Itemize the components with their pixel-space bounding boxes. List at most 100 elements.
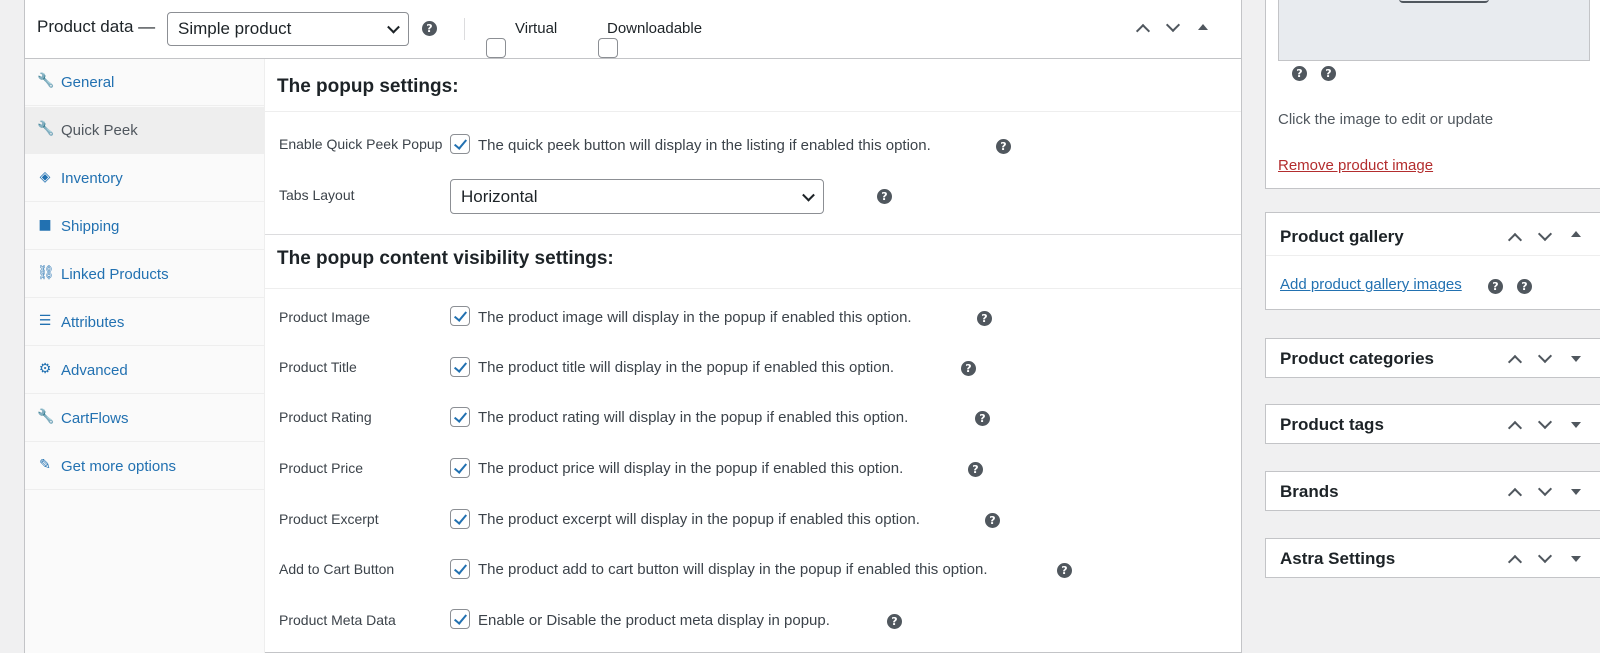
product-title-desc: The product title will display in the po…: [478, 359, 895, 376]
help-icon[interactable]: ?: [1057, 563, 1072, 578]
help-icon[interactable]: ?: [961, 361, 976, 376]
product-tags-title[interactable]: Product tags: [1280, 415, 1384, 435]
product-meta-label: Product Meta Data: [279, 612, 396, 628]
help-icon[interactable]: ?: [422, 21, 437, 36]
wrench-icon: 🔧: [37, 73, 55, 89]
tab-cartflows[interactable]: 🔧 CartFlows: [25, 395, 264, 442]
product-price-label: Product Price: [279, 460, 364, 476]
help-icon[interactable]: ?: [877, 189, 892, 204]
tab-attributes[interactable]: ☰ Attributes: [25, 299, 264, 346]
tab-inventory[interactable]: ◈ Inventory: [25, 155, 264, 202]
move-up-icon[interactable]: [1135, 23, 1151, 39]
expand-toggle-icon[interactable]: [1571, 422, 1581, 428]
tab-general[interactable]: 🔧 General: [25, 59, 264, 106]
product-price-desc: The product price will display in the po…: [478, 460, 904, 477]
divider: [1266, 255, 1600, 256]
virtual-label: Virtual: [515, 20, 558, 37]
move-down-icon[interactable]: [1537, 548, 1553, 564]
help-icon[interactable]: ?: [1488, 279, 1503, 294]
enable-quick-peek-desc: The quick peek button will display in th…: [478, 137, 931, 154]
product-image-desc: The product image will display in the po…: [478, 309, 912, 326]
help-icon[interactable]: ?: [1517, 279, 1532, 294]
move-up-icon[interactable]: [1507, 420, 1523, 436]
downloadable-checkbox[interactable]: [598, 38, 618, 58]
move-down-icon[interactable]: [1537, 481, 1553, 497]
product-title-label: Product Title: [279, 359, 357, 375]
tab-label: Linked Products: [61, 266, 169, 283]
move-down-icon[interactable]: [1537, 414, 1553, 430]
product-gallery-box: Product gallery Add product gallery imag…: [1265, 212, 1600, 310]
product-data-panel: Product data — Simple product ? Virtual …: [24, 0, 1242, 653]
divider: [464, 18, 465, 40]
product-image-box: ? ? Click the image to edit or update Re…: [1265, 0, 1600, 189]
product-price-checkbox[interactable]: [450, 458, 470, 478]
tab-linked-products[interactable]: ⛓ Linked Products: [25, 251, 264, 298]
gear-icon: ⚙: [38, 361, 52, 377]
product-rating-desc: The product rating will display in the p…: [478, 409, 909, 426]
add-to-cart-checkbox[interactable]: [450, 559, 470, 579]
add-gallery-images-link[interactable]: Add product gallery images: [1280, 276, 1462, 293]
move-down-icon[interactable]: [1537, 348, 1553, 364]
enable-quick-peek-label: Enable Quick Peek Popup: [279, 136, 443, 152]
product-data-header: Product data — Simple product ? Virtual …: [25, 0, 1241, 59]
astra-settings-box: Astra Settings: [1265, 538, 1600, 578]
product-excerpt-label: Product Excerpt: [279, 511, 379, 527]
chevron-down-icon: [802, 188, 815, 202]
tab-label: Shipping: [61, 218, 120, 235]
help-icon[interactable]: ?: [996, 139, 1011, 154]
move-up-icon[interactable]: [1507, 232, 1523, 248]
product-meta-desc: Enable or Disable the product meta displ…: [478, 612, 830, 629]
product-image-thumbnail[interactable]: [1278, 0, 1590, 61]
product-gallery-title: Product gallery: [1280, 227, 1404, 246]
image-sketch: [1399, 0, 1489, 3]
help-icon[interactable]: ?: [985, 513, 1000, 528]
move-up-icon[interactable]: [1507, 354, 1523, 370]
product-meta-checkbox[interactable]: [450, 609, 470, 629]
tab-label: Attributes: [61, 314, 125, 331]
expand-toggle-icon[interactable]: [1571, 556, 1581, 562]
tab-label: CartFlows: [61, 410, 129, 427]
chevron-down-icon: [387, 20, 400, 34]
product-tags-box: Product tags: [1265, 404, 1600, 444]
enable-quick-peek-checkbox[interactable]: [450, 134, 470, 154]
astra-settings-title[interactable]: Astra Settings: [1280, 549, 1395, 569]
product-categories-title[interactable]: Product categories: [1280, 349, 1434, 369]
downloadable-label: Downloadable: [607, 20, 703, 37]
tab-label: General: [61, 74, 115, 91]
move-down-icon[interactable]: [1165, 17, 1181, 33]
product-excerpt-checkbox[interactable]: [450, 509, 470, 529]
truck-icon: ■: [38, 217, 52, 233]
product-image-checkbox[interactable]: [450, 306, 470, 326]
product-type-select[interactable]: Simple product: [167, 12, 409, 46]
product-rating-checkbox[interactable]: [450, 407, 470, 427]
help-icon[interactable]: ?: [968, 462, 983, 477]
product-rating-label: Product Rating: [279, 409, 372, 425]
tab-label: Get more options: [61, 458, 177, 475]
help-icon[interactable]: ?: [1321, 66, 1336, 81]
move-down-icon[interactable]: [1537, 226, 1553, 242]
virtual-checkbox[interactable]: [486, 38, 506, 58]
move-up-icon[interactable]: [1507, 554, 1523, 570]
link-icon: ⛓: [37, 265, 55, 281]
brands-title[interactable]: Brands: [1280, 482, 1339, 502]
help-icon[interactable]: ?: [1292, 66, 1307, 81]
tag-icon: ◈: [39, 169, 51, 185]
move-up-icon[interactable]: [1507, 487, 1523, 503]
remove-product-image-link[interactable]: Remove product image: [1278, 157, 1433, 174]
tab-get-more-options[interactable]: ✎ Get more options: [25, 443, 264, 490]
expand-toggle-icon[interactable]: [1571, 489, 1581, 495]
product-title-checkbox[interactable]: [450, 357, 470, 377]
tab-advanced[interactable]: ⚙ Advanced: [25, 347, 264, 394]
collapse-toggle-icon[interactable]: [1198, 24, 1208, 30]
tab-shipping[interactable]: ■ Shipping: [25, 203, 264, 250]
help-icon[interactable]: ?: [977, 311, 992, 326]
tabs-layout-select[interactable]: Horizontal: [450, 179, 824, 214]
help-icon[interactable]: ?: [887, 614, 902, 629]
tab-quick-peek[interactable]: 🔧 Quick Peek: [25, 107, 264, 154]
image-hint: Click the image to edit or update: [1278, 111, 1494, 128]
expand-toggle-icon[interactable]: [1571, 356, 1581, 362]
quick-peek-settings: The popup settings: Enable Quick Peek Po…: [265, 59, 1241, 653]
collapse-toggle-icon[interactable]: [1571, 231, 1581, 237]
help-icon[interactable]: ?: [975, 411, 990, 426]
popup-settings-title: The popup settings:: [277, 76, 459, 97]
